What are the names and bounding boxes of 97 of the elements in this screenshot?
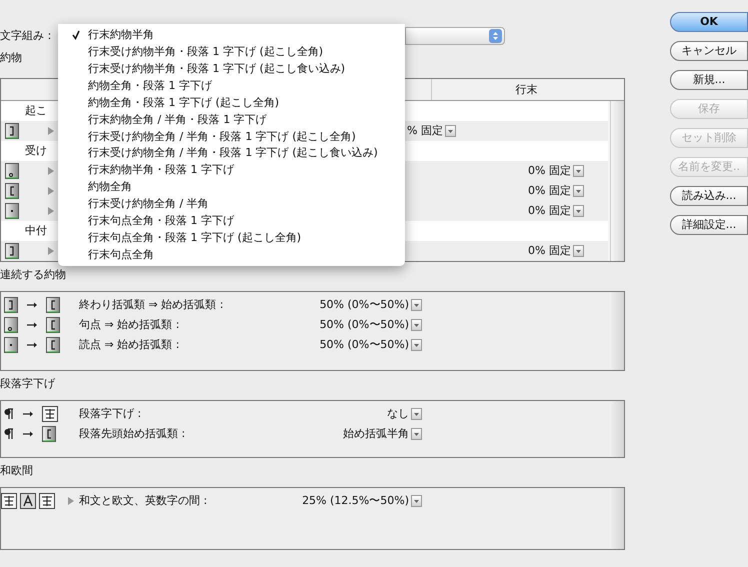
menu-item[interactable]: 行末受け約物全角 / 半角・段落 1 字下げ (起こし食い込み) xyxy=(58,145,405,162)
setting-label: 段落先頭始め括弧類 : xyxy=(79,426,186,442)
caret-icon xyxy=(414,304,419,306)
dropdown-button[interactable] xyxy=(411,339,422,351)
menu-item[interactable]: 行末句点全角 xyxy=(58,246,405,264)
stepper-icon xyxy=(489,29,502,43)
value-text: 0% 固定 xyxy=(528,242,571,259)
character-icon xyxy=(46,297,60,313)
menu-item[interactable]: 行末受け約物全角 / 半角 xyxy=(58,196,405,213)
disclosure-triangle-icon[interactable] xyxy=(47,126,55,136)
character-icon xyxy=(46,337,60,353)
value-text: % 固定 xyxy=(407,122,443,139)
value-text: 0% 固定 xyxy=(528,182,571,199)
character-icon xyxy=(46,317,60,333)
dropdown-button[interactable] xyxy=(411,299,422,311)
menu-item[interactable]: 行末句点全角・段落 1 字下げ xyxy=(58,212,405,230)
menu-item[interactable]: 約物全角・段落 1 字下げ (起こし全角) xyxy=(58,94,405,112)
dialog-button[interactable]: 読み込み... xyxy=(670,186,748,206)
pilcrow-icon xyxy=(4,428,14,440)
character-icon xyxy=(5,203,19,219)
dropdown-button[interactable] xyxy=(573,205,584,217)
arrow-icon xyxy=(22,430,34,438)
scroll-bar[interactable] xyxy=(610,488,624,549)
character-icon xyxy=(20,493,36,509)
character-icon xyxy=(5,243,19,259)
character-icon xyxy=(42,406,58,422)
caret-icon xyxy=(576,250,581,252)
dropdown-button[interactable] xyxy=(411,408,422,420)
caret-icon xyxy=(576,210,581,212)
dropdown-button[interactable] xyxy=(444,125,456,137)
character-icon xyxy=(4,337,18,353)
menu-item[interactable]: 行末受け約物半角・段落 1 字下げ (起こし食い込み) xyxy=(58,60,405,78)
arrow-icon xyxy=(26,321,38,329)
caret-icon xyxy=(414,324,419,326)
menu-item[interactable]: 行末句点全角・段落 1 字下げ (起こし全角) xyxy=(58,230,405,247)
value-text: 0% 固定 xyxy=(528,162,571,179)
setting-label: 句点 ⇒ 始め括弧類 : xyxy=(79,316,180,333)
value-text: 50% (0%〜50%) xyxy=(318,316,409,333)
column-header[interactable]: 行末 xyxy=(431,79,621,100)
value-text: 25% (12.5%〜50%) xyxy=(301,492,409,509)
disclosure-triangle-icon[interactable] xyxy=(47,246,55,256)
caret-icon xyxy=(414,500,419,502)
caret-icon xyxy=(414,344,419,346)
menu-item[interactable]: 行末約物全角 / 半角・段落 1 字下げ xyxy=(58,111,405,128)
caret-icon xyxy=(448,130,453,132)
group-label: 中付 xyxy=(25,222,47,239)
setting-label: 読点 ⇒ 始め括弧類 : xyxy=(79,336,180,353)
dialog-button[interactable]: 詳細設定... xyxy=(670,215,748,235)
scroll-bar[interactable] xyxy=(610,101,624,261)
menu-item[interactable]: 行末約物半角・段落 1 字下げ xyxy=(58,162,405,180)
arrow-icon xyxy=(26,301,38,309)
setting-label: 終わり括弧類 ⇒ 始め括弧類 : xyxy=(79,296,224,313)
group-label: 起こ xyxy=(25,102,47,119)
group-label: 受け xyxy=(25,142,47,159)
menu-item[interactable]: 約物全角・段落 1 字下げ xyxy=(58,78,405,95)
dropdown-button[interactable] xyxy=(573,245,584,257)
setting-label: 段落字下げ : xyxy=(79,406,142,422)
arrow-icon xyxy=(22,410,34,418)
section-title: 和欧間 xyxy=(0,463,33,479)
value-text: 50% (0%〜50%) xyxy=(318,336,409,353)
character-icon xyxy=(4,317,18,333)
character-icon xyxy=(5,183,19,199)
value-text: 50% (0%〜50%) xyxy=(318,296,409,313)
character-icon xyxy=(39,493,55,509)
menu-item[interactable]: 行末受け約物半角・段落 1 字下げ (起こし全角) xyxy=(58,44,405,61)
character-icon xyxy=(5,163,19,179)
character-icon xyxy=(5,123,19,139)
dialog-button[interactable]: 新規... xyxy=(670,70,748,90)
value-text: 0% 固定 xyxy=(528,202,571,219)
dialog-button[interactable]: OK xyxy=(670,12,748,32)
scroll-bar[interactable] xyxy=(610,292,624,370)
dropdown-button[interactable] xyxy=(411,319,422,331)
field-label: 文字組み： xyxy=(0,28,56,44)
section-title: 約物 xyxy=(0,50,22,66)
caret-icon xyxy=(576,190,581,192)
dialog-button[interactable]: キャンセル xyxy=(670,41,748,61)
scroll-bar[interactable] xyxy=(610,401,624,457)
menu-item[interactable]: 行末約物半角 xyxy=(58,27,405,44)
arrow-icon xyxy=(26,341,38,349)
dropdown-button[interactable] xyxy=(573,165,584,177)
section-title: 連続する約物 xyxy=(0,267,66,283)
caret-icon xyxy=(414,432,419,436)
menu-item[interactable]: 行末受け約物全角 / 半角・段落 1 字下げ (起こし全角) xyxy=(58,128,405,146)
value-text: 始め括弧半角 xyxy=(342,426,409,442)
dropdown-button[interactable] xyxy=(411,495,422,507)
section-title: 段落字下げ xyxy=(0,376,55,392)
character-icon xyxy=(4,297,18,313)
select-field[interactable] xyxy=(405,27,505,45)
caret-icon xyxy=(576,170,581,172)
character-icon xyxy=(42,426,56,442)
caret-icon xyxy=(414,412,419,416)
dropdown-button[interactable] xyxy=(411,428,422,440)
value-text: なし xyxy=(386,406,409,422)
pilcrow-icon xyxy=(4,408,14,420)
dropdown-button[interactable] xyxy=(573,185,584,197)
setting-label: 和文と欧文、英数字の間 : xyxy=(79,492,208,509)
menu-item[interactable]: 約物全角 xyxy=(58,179,405,196)
